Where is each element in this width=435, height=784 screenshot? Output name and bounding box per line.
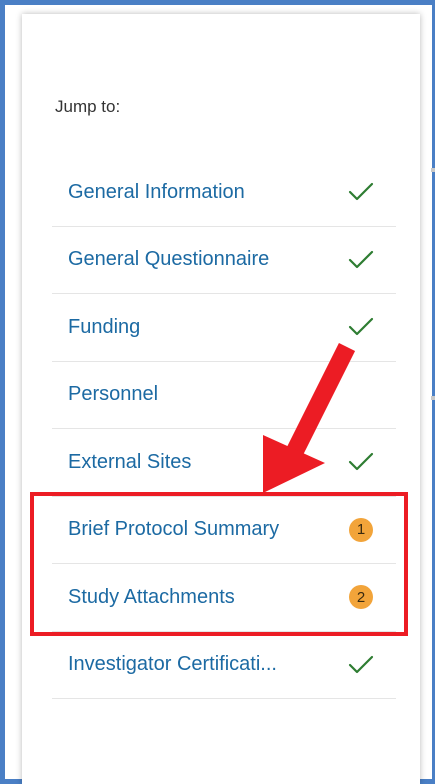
checkmark-icon (346, 245, 376, 275)
nav-item-label[interactable]: Study Attachments (68, 586, 235, 609)
nav-item-label[interactable]: Investigator Certificati... (68, 653, 277, 676)
issue-count-badge: 2 (346, 582, 376, 612)
nav-item-investigator-certification[interactable]: Investigator Certificati... (52, 632, 396, 699)
nav-item-general-information[interactable]: General Information (52, 159, 396, 227)
nav-item-label[interactable]: General Questionnaire (68, 248, 269, 271)
jump-to-label: Jump to: (55, 97, 121, 116)
nav-item-label[interactable]: External Sites (68, 451, 191, 474)
nav-item-label[interactable]: Personnel (68, 383, 158, 406)
nav-item-label[interactable]: Funding (68, 316, 140, 339)
nav-item-brief-protocol-summary[interactable]: Brief Protocol Summary 1 (52, 497, 396, 564)
checkmark-icon (346, 447, 376, 477)
checkmark-icon (346, 650, 376, 680)
edge-mark (431, 168, 435, 172)
checkmark-icon (346, 177, 376, 207)
section-nav-list: General Information General Questionnair… (52, 159, 396, 699)
badge-count: 2 (349, 585, 373, 610)
content-edge-marks (431, 168, 435, 588)
nav-item-study-attachments[interactable]: Study Attachments 2 (52, 564, 396, 632)
edge-mark (431, 396, 435, 400)
nav-item-label[interactable]: General Information (68, 181, 245, 204)
nav-item-label[interactable]: Brief Protocol Summary (68, 518, 279, 541)
nav-item-general-questionnaire[interactable]: General Questionnaire (52, 227, 396, 294)
nav-item-external-sites[interactable]: External Sites (52, 429, 396, 497)
issue-count-badge: 1 (346, 515, 376, 545)
nav-item-funding[interactable]: Funding (52, 294, 396, 362)
checkmark-icon (346, 312, 376, 342)
nav-item-personnel[interactable]: Personnel (52, 362, 396, 429)
badge-count: 1 (349, 517, 373, 542)
